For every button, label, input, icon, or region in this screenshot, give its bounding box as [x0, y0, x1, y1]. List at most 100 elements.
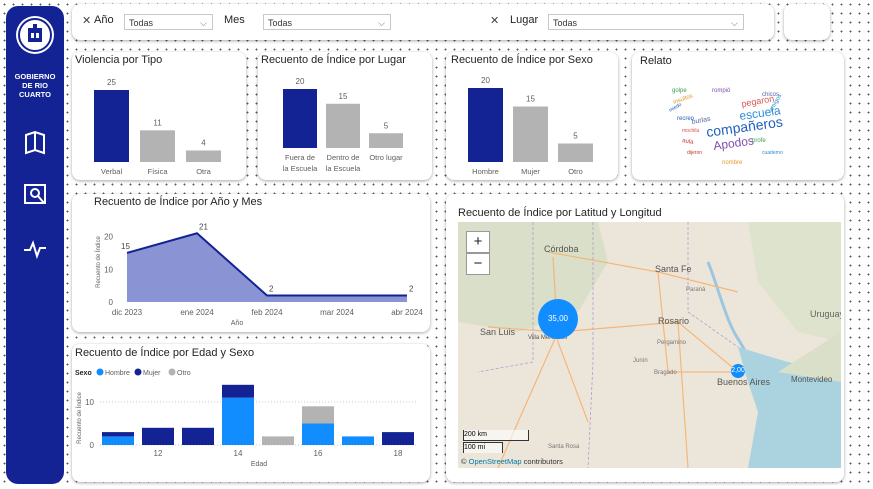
filter-anio-label: Año	[94, 14, 114, 26]
filter-mes-value: Todas	[268, 18, 293, 28]
word-cloud-word: rompió	[712, 88, 731, 94]
map-place: Uruguay	[810, 309, 841, 319]
area-fill	[127, 233, 407, 302]
category-label: Mujer	[521, 167, 540, 176]
attribution-suffix: contributors	[523, 457, 563, 466]
word-cloud-word: chicos	[762, 92, 779, 98]
chevron-down-icon: ⌵	[200, 18, 207, 28]
filter-bar: ✕ Año Todas ⌵ Mes Todas ⌵ ✕ Lugar Todas ⌵	[72, 4, 774, 40]
category-label: la Escuela	[326, 164, 361, 173]
y-tick-label: 20	[104, 233, 113, 242]
bar-segment	[222, 384, 254, 398]
bar	[513, 106, 548, 162]
bar-segment	[222, 397, 254, 445]
y-tick-label: 10	[104, 265, 113, 274]
bar-segment	[182, 427, 214, 445]
map-search-icon[interactable]	[21, 181, 49, 209]
filter-mes-dropdown[interactable]: Todas ⌵	[263, 14, 391, 30]
data-label: 4	[201, 138, 206, 147]
word-cloud: compañerosescuelaApodospegarongolpeinsul…	[668, 88, 784, 166]
x-tick-label: 16	[314, 449, 323, 458]
category-label: Física	[147, 167, 168, 176]
map-place: San Luis	[480, 327, 516, 337]
chart-title: Recuento de Índice por Latitud y Longitu…	[458, 207, 662, 219]
category-label: Otro lugar	[369, 153, 403, 162]
clear-anio-icon[interactable]: ✕	[82, 14, 91, 27]
x-tick-label: mar 2024	[320, 308, 354, 317]
zoom-out-button[interactable]: −	[466, 253, 490, 275]
bar-chart-sexo: 20 Hombre 15 Mujer 5 Otro	[468, 76, 593, 176]
bar	[468, 88, 503, 162]
legend-marker	[134, 368, 142, 376]
category-label: Fuera de	[285, 153, 315, 162]
card-relato: Relato compañeros escuela Apodos pegaron gol…	[632, 52, 844, 180]
category-label: Hombre	[472, 167, 499, 176]
extra-panel	[784, 4, 830, 40]
map-scale-km: 200 km	[463, 430, 529, 441]
category-label: Dentro de	[327, 153, 360, 162]
zoom-in-button[interactable]: +	[466, 231, 490, 253]
card-anio-mes: Recuento de Índice por Año y Mes 15 21 2 2 0…	[72, 194, 430, 332]
data-label: 15	[121, 242, 130, 251]
clear-lugar-icon[interactable]: ✕	[490, 14, 499, 27]
bar	[326, 103, 360, 148]
stacked-bar-edad-sexo: Sexo Hombre Mujer Otro 0 10 12 14 16 18 Edad Recuen…	[75, 368, 417, 468]
word-cloud-word: golpe	[672, 88, 687, 94]
bar-segment	[342, 436, 374, 445]
legend-marker	[168, 368, 176, 376]
map-place: Paraná	[686, 287, 706, 293]
map-bubble[interactable]: 35,00	[538, 299, 578, 339]
word-cloud-word: nombre	[722, 160, 743, 166]
filter-anio-dropdown[interactable]: Todas ⌵	[124, 14, 213, 30]
legend-label: Mujer	[143, 370, 161, 377]
chevron-down-icon: ⌵	[731, 18, 738, 28]
x-tick-label: dic 2023	[112, 308, 143, 317]
bar-segment	[302, 423, 334, 445]
pulse-icon[interactable]	[21, 235, 49, 263]
y-tick-label: 10	[85, 398, 94, 407]
attribution-link[interactable]: OpenStreetMap	[469, 457, 522, 466]
bar-segment	[382, 432, 414, 445]
map-place: Pergamino	[657, 340, 687, 346]
data-label: 21	[199, 222, 208, 231]
map-place: Bragado	[654, 370, 677, 376]
x-tick-label: abr 2024	[391, 308, 423, 317]
card-lugar: Recuento de Índice por Lugar 20 Fuera de l…	[258, 52, 432, 180]
map-scale-mi: 100 mi	[463, 442, 503, 453]
map[interactable]: Córdoba Santa Fe San Luis Villa Mercedes…	[458, 222, 841, 468]
word-cloud-word: dijeron	[687, 150, 702, 156]
map-place: Santa Fe	[655, 264, 692, 274]
data-label: 5	[573, 132, 578, 141]
category-label: Otra	[196, 167, 211, 176]
x-axis-title: Edad	[251, 461, 267, 468]
x-tick-label: ene 2024	[180, 308, 214, 317]
bar	[369, 133, 403, 148]
bar-segment	[142, 427, 174, 445]
map-place: Rosario	[658, 316, 690, 326]
bar-segment	[262, 436, 294, 445]
filter-anio-value: Todas	[129, 18, 154, 28]
map-bubble[interactable]: 2,00	[731, 364, 745, 378]
legend-label: Otro	[177, 370, 191, 377]
word-cloud-word: aula	[682, 138, 695, 146]
filter-lugar-value: Todas	[553, 18, 578, 28]
x-axis-title: Año	[231, 320, 244, 327]
x-tick-label: 18	[394, 449, 403, 458]
y-axis-title: Recuento de Índice	[76, 391, 83, 443]
word-cloud-word: cuaderno	[762, 150, 783, 156]
word-cloud-word: recreo	[677, 116, 695, 122]
data-label: 20	[481, 76, 490, 85]
filter-lugar-dropdown[interactable]: Todas ⌵	[548, 14, 744, 30]
data-label: 15	[526, 95, 535, 104]
bar-segment	[102, 436, 134, 445]
map-place: Montevideo	[791, 375, 833, 384]
word-cloud-word: mochila	[682, 128, 699, 134]
word-cloud-word: profe	[752, 138, 766, 144]
legend-label: Hombre	[105, 370, 130, 377]
map-place: Santa Rosa	[548, 444, 580, 450]
bar	[558, 143, 593, 162]
book-icon[interactable]	[21, 129, 49, 157]
map-place: Córdoba	[544, 244, 579, 254]
bar	[283, 89, 317, 148]
card-violencia-tipo: Violencia por Tipo 25 Verbal 11 Física 4 Otra	[72, 52, 246, 180]
